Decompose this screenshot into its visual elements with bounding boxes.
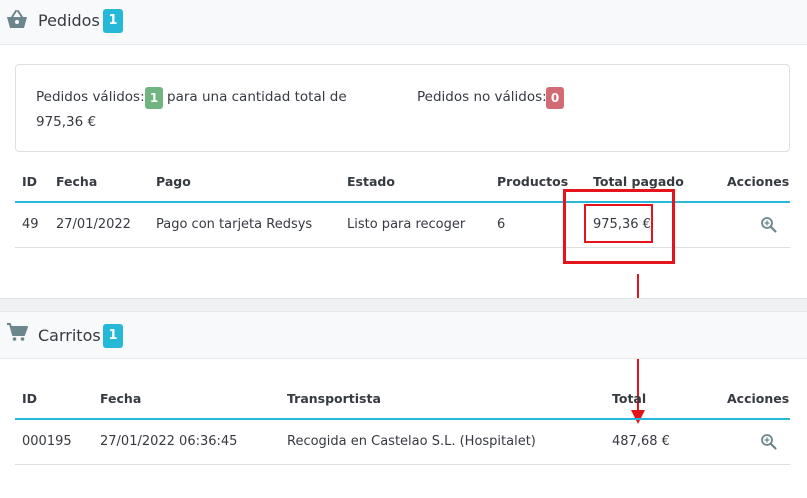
carts-col-carrier[interactable]: Transportista [287,391,381,406]
orders-col-status[interactable]: Estado [347,174,395,189]
order-date: 27/01/2022 [56,217,131,232]
carts-count-badge: 1 [103,324,123,348]
orders-summary-card [15,64,790,152]
orders-count-badge: 1 [103,9,123,33]
annotation-highlight-inner [584,204,653,243]
valid-orders-label: Pedidos válidos: [36,89,145,105]
carts-col-date[interactable]: Fecha [100,391,141,406]
order-id[interactable]: 49 [22,217,39,232]
valid-orders-total: 975,36 € [36,114,97,130]
basket-icon [6,10,28,34]
carts-header-rule [15,418,790,420]
cart-id[interactable]: 000195 [22,434,72,449]
order-products: 6 [497,217,506,232]
order-payment: Pago con tarjeta Redsys [156,217,313,232]
carts-col-total[interactable]: Total [612,391,646,406]
cart-carrier: Recogida en Castelao S.L. (Hospitalet) [287,434,536,449]
orders-col-payment[interactable]: Pago [156,174,191,189]
valid-orders-suffix: para una cantidad total de [167,89,347,105]
carts-col-id[interactable]: ID [22,391,37,406]
orders-col-products[interactable]: Productos [497,174,568,189]
cart-total: 487,68 € [612,434,670,449]
section-separator [0,298,807,312]
carts-row-rule [15,464,790,465]
orders-col-total[interactable]: Total pagado [593,174,684,189]
orders-col-date[interactable]: Fecha [56,174,97,189]
cart-date: 27/01/2022 06:36:45 [100,434,238,449]
invalid-orders-count-badge: 0 [546,87,564,109]
carts-panel-header: Carritos 1 [0,312,807,359]
orders-title: Pedidos [38,11,100,30]
carts-title: Carritos [38,326,101,345]
orders-panel-header: Pedidos 1 [0,0,807,45]
orders-col-id[interactable]: ID [22,174,37,189]
zoom-icon[interactable] [760,433,778,451]
orders-col-actions: Acciones [727,174,790,189]
shopping-cart-icon [6,322,28,346]
invalid-orders-label: Pedidos no válidos: [417,89,547,105]
carts-col-actions: Acciones [727,391,790,406]
zoom-icon[interactable] [760,216,778,234]
order-status: Listo para recoger [347,217,466,232]
valid-orders-count-badge: 1 [145,87,163,109]
